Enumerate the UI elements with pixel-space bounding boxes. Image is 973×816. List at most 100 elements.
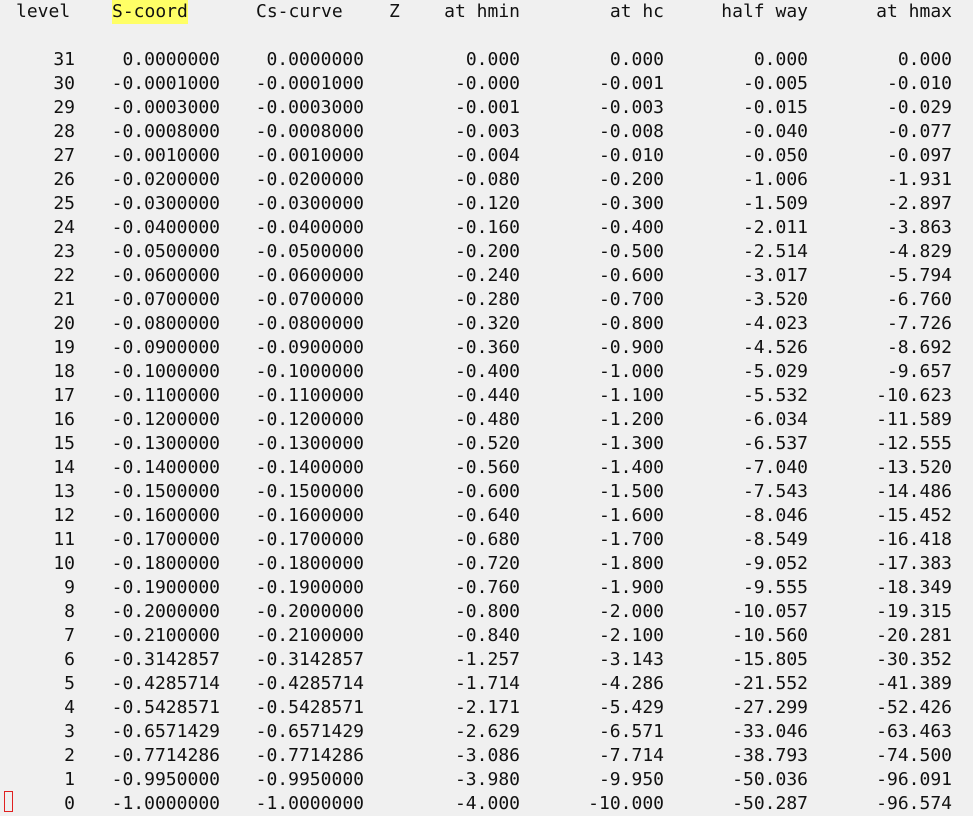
header-z: Z xyxy=(389,1,400,22)
cell-level: 4 xyxy=(64,697,75,718)
table-header: level S-coord Cs-curve Z at hmin at hc h… xyxy=(0,0,973,24)
cell-at-hmax: -11.589 xyxy=(876,409,952,430)
cell-cs-curve: -1.0000000 xyxy=(255,793,364,814)
cell-half-way: -10.560 xyxy=(732,625,808,646)
cell-cs-curve: 0.0000000 xyxy=(266,49,364,70)
cell-half-way: -33.046 xyxy=(732,721,808,742)
cell-at-hmax: -9.657 xyxy=(886,361,952,382)
cell-at-hmin: -1.714 xyxy=(454,673,520,694)
cell-at-hmin: -4.000 xyxy=(454,793,520,814)
cell-half-way: -7.543 xyxy=(742,481,808,502)
cell-half-way: -0.015 xyxy=(742,97,808,118)
cell-at-hc: -1.400 xyxy=(598,457,664,478)
cell-level: 1 xyxy=(64,769,75,790)
cell-at-hmin: -0.240 xyxy=(454,265,520,286)
cell-at-hmin: 0.000 xyxy=(465,49,520,70)
cell-at-hmax: -96.574 xyxy=(876,793,952,814)
table-row: 3 -0.6571429 -0.6571429 -2.629 -6.571 -33.046… xyxy=(0,720,973,744)
table-row: 26 -0.0200000 -0.0200000 -0.080 -0.200 -1.006… xyxy=(0,168,973,192)
cell-at-hmin: -0.760 xyxy=(454,577,520,598)
cell-s-coord: -0.0700000 xyxy=(111,289,220,310)
cell-level: 25 xyxy=(53,193,75,214)
cell-level: 6 xyxy=(64,649,75,670)
table-row: 7 -0.2100000 -0.2100000 -0.840 -2.100 -10.560… xyxy=(0,624,973,648)
cell-at-hmin: -2.629 xyxy=(454,721,520,742)
cell-at-hc: -0.200 xyxy=(598,169,664,190)
cell-at-hc: -0.700 xyxy=(598,289,664,310)
cell-cs-curve: -0.0001000 xyxy=(255,73,364,94)
cell-at-hc: -2.100 xyxy=(598,625,664,646)
cell-s-coord: -0.6571429 xyxy=(111,721,220,742)
cell-half-way: -27.299 xyxy=(732,697,808,718)
cell-level: 28 xyxy=(53,121,75,142)
cell-at-hc: -4.286 xyxy=(598,673,664,694)
cell-at-hmin: -3.980 xyxy=(454,769,520,790)
cell-at-hmax: -74.500 xyxy=(876,745,952,766)
cell-half-way: -4.526 xyxy=(742,337,808,358)
cell-at-hmin: -0.280 xyxy=(454,289,520,310)
cell-at-hc: -1.600 xyxy=(598,505,664,526)
cell-half-way: -8.046 xyxy=(742,505,808,526)
cell-level: 8 xyxy=(64,601,75,622)
cell-half-way: -0.040 xyxy=(742,121,808,142)
cell-level: 3 xyxy=(64,721,75,742)
terminal-output[interactable]: level S-coord Cs-curve Z at hmin at hc h… xyxy=(0,0,973,814)
cell-at-hmin: -0.001 xyxy=(454,97,520,118)
cell-half-way: -2.514 xyxy=(742,241,808,262)
cell-cs-curve: -0.0010000 xyxy=(255,145,364,166)
cell-at-hmax: -8.692 xyxy=(886,337,952,358)
cell-cs-curve: -0.1600000 xyxy=(255,505,364,526)
cell-at-hmin: -0.320 xyxy=(454,313,520,334)
cell-cs-curve: -0.1400000 xyxy=(255,457,364,478)
cell-level: 26 xyxy=(53,169,75,190)
cell-at-hmax: -1.931 xyxy=(886,169,952,190)
cell-cs-curve: -0.6571429 xyxy=(255,721,364,742)
cell-half-way: -1.006 xyxy=(742,169,808,190)
table-row: 2 -0.7714286 -0.7714286 -3.086 -7.714 -38.793… xyxy=(0,744,973,768)
header-cs-curve: Cs-curve xyxy=(256,1,343,22)
cell-s-coord: -0.9950000 xyxy=(111,769,220,790)
header-at-hc: at hc xyxy=(609,1,664,22)
cell-s-coord: -0.1200000 xyxy=(111,409,220,430)
cell-half-way: -6.537 xyxy=(742,433,808,454)
cell-at-hc: -0.600 xyxy=(598,265,664,286)
table-row: 18 -0.1000000 -0.1000000 -0.400 -1.000 -5.029… xyxy=(0,360,973,384)
table-row: 22 -0.0600000 -0.0600000 -0.240 -0.600 -3.017… xyxy=(0,264,973,288)
cell-cs-curve: -0.5428571 xyxy=(255,697,364,718)
cell-at-hmax: -96.091 xyxy=(876,769,952,790)
cell-level: 20 xyxy=(53,313,75,334)
table-row: 23 -0.0500000 -0.0500000 -0.200 -0.500 -2.514… xyxy=(0,240,973,264)
cell-at-hc: -10.000 xyxy=(588,793,664,814)
cell-at-hc: -1.900 xyxy=(598,577,664,598)
table-row: 5 -0.4285714 -0.4285714 -1.714 -4.286 -21.552… xyxy=(0,672,973,696)
cell-at-hmax: -0.097 xyxy=(886,145,952,166)
cell-half-way: -10.057 xyxy=(732,601,808,622)
cell-at-hc: -0.400 xyxy=(598,217,664,238)
cell-s-coord: -0.0001000 xyxy=(111,73,220,94)
table-row: 19 -0.0900000 -0.0900000 -0.360 -0.900 -4.526… xyxy=(0,336,973,360)
cell-cs-curve: -0.0500000 xyxy=(255,241,364,262)
cell-half-way: -9.052 xyxy=(742,553,808,574)
cell-level: 0 xyxy=(64,793,75,814)
cell-s-coord: -0.1300000 xyxy=(111,433,220,454)
cell-level: 15 xyxy=(53,433,75,454)
cell-cs-curve: -0.0800000 xyxy=(255,313,364,334)
cell-half-way: -8.549 xyxy=(742,529,808,550)
cell-s-coord: -0.0008000 xyxy=(111,121,220,142)
cell-at-hc: -1.800 xyxy=(598,553,664,574)
cell-at-hc: -0.001 xyxy=(598,73,664,94)
table-row: 6 -0.3142857 -0.3142857 -1.257 -3.143 -15.805… xyxy=(0,648,973,672)
cell-half-way: -21.552 xyxy=(732,673,808,694)
cell-cs-curve: -0.0900000 xyxy=(255,337,364,358)
cell-cs-curve: -0.1700000 xyxy=(255,529,364,550)
cell-at-hmax: -20.281 xyxy=(876,625,952,646)
table-row: 14 -0.1400000 -0.1400000 -0.560 -1.400 -7.040… xyxy=(0,456,973,480)
cell-at-hmax: -15.452 xyxy=(876,505,952,526)
cell-cs-curve: -0.1200000 xyxy=(255,409,364,430)
cell-at-hmax: -0.077 xyxy=(886,121,952,142)
cell-s-coord: -0.2000000 xyxy=(111,601,220,622)
cell-level: 21 xyxy=(53,289,75,310)
cell-level: 12 xyxy=(53,505,75,526)
cell-at-hmax: -12.555 xyxy=(876,433,952,454)
cell-at-hmin: -2.171 xyxy=(454,697,520,718)
